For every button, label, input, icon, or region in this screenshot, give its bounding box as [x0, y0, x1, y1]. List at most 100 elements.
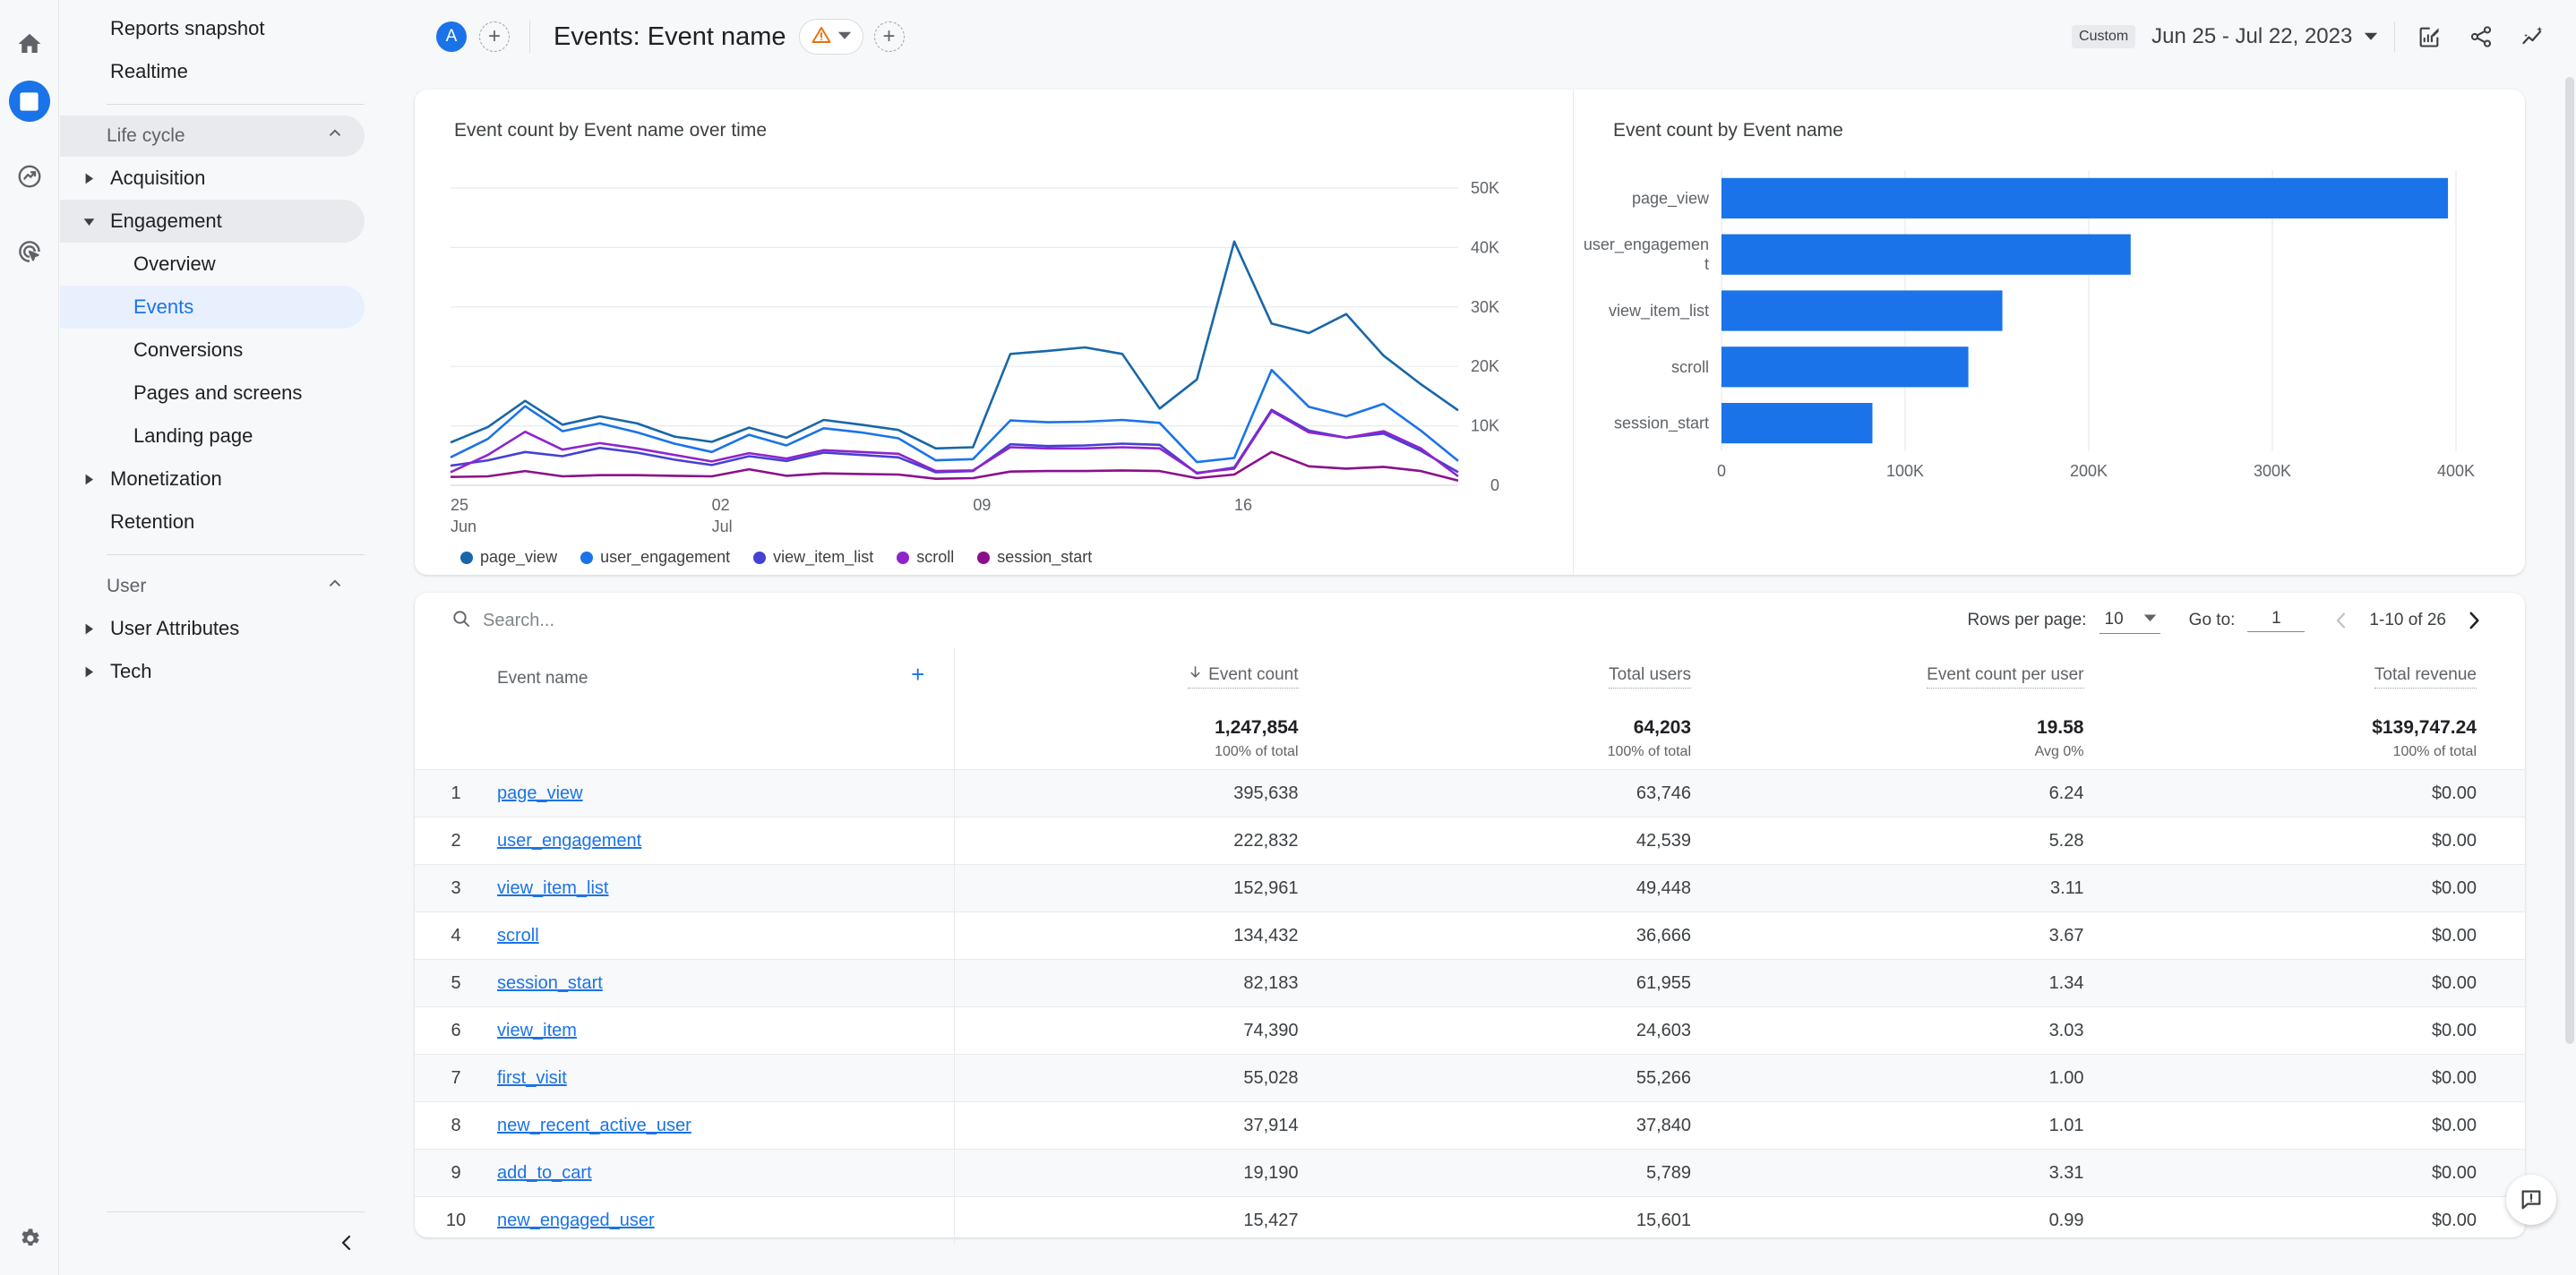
- sidebar-item-label: Realtime: [110, 60, 188, 82]
- row-event-name-link[interactable]: new_recent_active_user: [497, 1116, 691, 1135]
- bar-session_start[interactable]: [1722, 402, 1873, 444]
- row-event-name-link[interactable]: view_item: [497, 1021, 577, 1040]
- row-total-revenue: $0.00: [2431, 1020, 2477, 1040]
- row-event-name-cell: view_item: [497, 1007, 882, 1055]
- row-index: 10: [445, 1210, 467, 1230]
- search-box[interactable]: [451, 608, 1967, 634]
- row-total-users: 42,539: [1636, 830, 1691, 851]
- legend-item-page_view[interactable]: page_view: [460, 548, 557, 567]
- send-feedback-button[interactable]: [2506, 1175, 2556, 1225]
- reports-icon[interactable]: [8, 81, 50, 122]
- sidebar-item-overview[interactable]: Overview: [60, 243, 365, 286]
- table-row[interactable]: 8 new_recent_active_user 37,914 37,840 1.01 $…: [415, 1101, 2525, 1150]
- table-row[interactable]: 10 new_engaged_user 15,427 15,601 0.99 $0.00: [415, 1196, 2525, 1245]
- comparison-avatar[interactable]: A: [436, 21, 467, 52]
- caret-right-icon: [83, 474, 107, 485]
- table-row[interactable]: 1 page_view 395,638 63,746 6.24 $0.00: [415, 769, 2525, 817]
- line-chart[interactable]: 0 10K 20K 30K 40K 50K 25 Jun 02 Jul 09 16: [442, 163, 1561, 539]
- data-quality-warning-chip[interactable]: [798, 19, 863, 55]
- th-total-users[interactable]: Total users: [1347, 648, 1740, 694]
- page-scrollbar[interactable]: [2565, 77, 2574, 1196]
- row-event-name-link[interactable]: view_item_list: [497, 878, 608, 898]
- legend-label: scroll: [916, 548, 955, 566]
- row-event-count-per-user: 1.00: [2048, 1067, 2084, 1088]
- row-event-name-link[interactable]: user_engagement: [497, 831, 641, 851]
- row-total-revenue: $0.00: [2431, 1067, 2477, 1088]
- th-event-name[interactable]: Event name: [497, 648, 882, 694]
- sidebar-item-user-attributes[interactable]: User Attributes: [60, 607, 365, 650]
- add-dimension-button[interactable]: +: [882, 648, 954, 694]
- row-index: 6: [451, 1020, 461, 1040]
- rows-per-page-select[interactable]: 10: [2099, 608, 2160, 634]
- sidebar-item-conversions[interactable]: Conversions: [60, 329, 365, 372]
- search-icon: [451, 608, 472, 634]
- bar-page_view[interactable]: [1722, 177, 2449, 219]
- previous-page-button[interactable]: [2326, 605, 2357, 636]
- totals-index-cell: [415, 694, 497, 770]
- scrollbar-thumb[interactable]: [2565, 77, 2574, 1044]
- th-event-count-label: Event count: [1208, 664, 1299, 684]
- table-row[interactable]: 3 view_item_list 152,961 49,448 3.11 $0.00: [415, 864, 2525, 912]
- th-event-count-per-user[interactable]: Event count per user: [1739, 648, 2133, 694]
- row-event-name-link[interactable]: page_view: [497, 783, 583, 803]
- sidebar-item-acquisition[interactable]: Acquisition: [60, 157, 365, 200]
- row-event-name-link[interactable]: scroll: [497, 926, 539, 946]
- th-event-count[interactable]: Event count: [953, 648, 1347, 694]
- sidebar-item-landing-page[interactable]: Landing page: [60, 415, 365, 458]
- table-row[interactable]: 2 user_engagement 222,832 42,539 5.28 $0.00: [415, 817, 2525, 865]
- sidebar-item-monetization[interactable]: Monetization: [60, 458, 365, 501]
- row-event-count-per-user: 3.11: [2050, 877, 2084, 898]
- bar-scroll[interactable]: [1722, 347, 1969, 388]
- totals-subtext: 100% of total: [2392, 744, 2477, 759]
- row-event-name-link[interactable]: session_start: [497, 973, 603, 993]
- next-page-button[interactable]: [2459, 605, 2489, 636]
- sidebar-group-user[interactable]: User: [60, 566, 365, 607]
- table-row[interactable]: 7 first_visit 55,028 55,266 1.00 $0.00: [415, 1054, 2525, 1102]
- share-icon[interactable]: [2463, 19, 2499, 55]
- add-comparison-button[interactable]: +: [479, 21, 510, 52]
- row-spacer-cell: [882, 1150, 954, 1197]
- edit-report-icon[interactable]: [2411, 19, 2447, 55]
- advertising-icon[interactable]: [9, 231, 50, 272]
- table-row[interactable]: 6 view_item 74,390 24,603 3.03 $0.00: [415, 1006, 2525, 1055]
- date-range-selector[interactable]: Jun 25 - Jul 22, 2023: [2151, 24, 2378, 49]
- home-icon[interactable]: [9, 23, 50, 64]
- line-series-page_view: [450, 240, 1459, 450]
- legend-item-session_start[interactable]: session_start: [977, 548, 1092, 567]
- table-row[interactable]: 5 session_start 82,183 61,955 1.34 $0.00: [415, 959, 2525, 1007]
- sidebar-group-life-cycle[interactable]: Life cycle: [60, 116, 365, 157]
- legend-item-user_engagement[interactable]: user_engagement: [580, 548, 730, 567]
- bar-chart[interactable]: 0 100K 200K 300K 400K page_view user_engagemen…: [1583, 154, 2496, 530]
- search-input[interactable]: [483, 610, 823, 631]
- table-row[interactable]: 9 add_to_cart 19,190 5,789 3.31 $0.00: [415, 1149, 2525, 1197]
- table-row[interactable]: 4 scroll 134,432 36,666 3.67 $0.00: [415, 911, 2525, 960]
- legend-item-view_item_list[interactable]: view_item_list: [753, 548, 873, 567]
- sidebar-item-label: Pages and screens: [133, 381, 303, 404]
- sidebar-item-events[interactable]: Events: [60, 286, 365, 329]
- row-total-revenue: $0.00: [2431, 830, 2477, 851]
- caret-down-icon: [83, 216, 107, 227]
- add-filter-button[interactable]: +: [873, 21, 905, 52]
- gear-icon[interactable]: [9, 1218, 50, 1259]
- bar-view_item_list[interactable]: [1722, 290, 2003, 331]
- th-total-revenue[interactable]: Total revenue: [2133, 648, 2526, 694]
- row-total-users: 61,955: [1636, 972, 1691, 993]
- line-chart-panel: Event count by Event name over time 0 10K…: [415, 90, 1574, 575]
- sidebar-item-engagement[interactable]: Engagement: [60, 200, 365, 243]
- sidebar-item-reports-snapshot[interactable]: Reports snapshot: [60, 7, 365, 50]
- legend-item-scroll[interactable]: scroll: [897, 548, 954, 567]
- sidebar-item-label: User Attributes: [110, 617, 240, 639]
- bar-user_engagement[interactable]: [1722, 234, 2131, 275]
- row-event-name-link[interactable]: new_engaged_user: [497, 1211, 655, 1230]
- x-axis-tick-sub: Jul: [712, 518, 733, 535]
- sidebar-item-retention[interactable]: Retention: [60, 501, 365, 543]
- collapse-nav-button[interactable]: [329, 1225, 365, 1261]
- sidebar-item-realtime[interactable]: Realtime: [60, 50, 365, 93]
- insights-icon[interactable]: [2515, 19, 2551, 55]
- row-event-name-link[interactable]: add_to_cart: [497, 1163, 592, 1183]
- sidebar-item-tech[interactable]: Tech: [60, 650, 365, 693]
- row-event-name-link[interactable]: first_visit: [497, 1068, 567, 1088]
- explore-icon[interactable]: [9, 156, 50, 197]
- sidebar-item-pages-and-screens[interactable]: Pages and screens: [60, 372, 365, 415]
- goto-page-input[interactable]: [2247, 609, 2306, 632]
